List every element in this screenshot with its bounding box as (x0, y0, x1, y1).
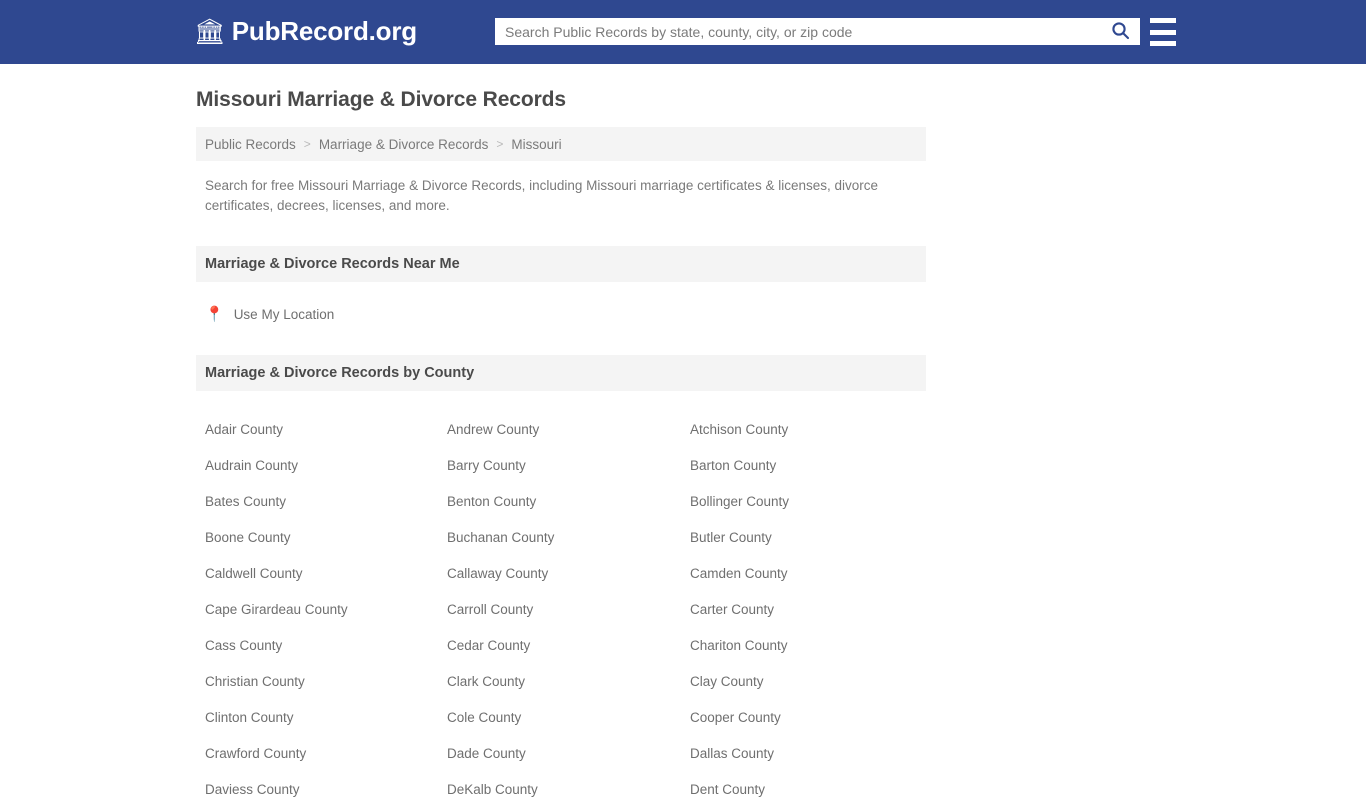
section-header-by-county: Marriage & Divorce Records by County (196, 355, 926, 391)
breadcrumb-item-missouri: Missouri (511, 136, 562, 152)
county-link[interactable]: Carroll County (447, 592, 690, 628)
county-link[interactable]: Caldwell County (205, 556, 447, 592)
county-link[interactable]: Cass County (205, 628, 447, 664)
search-input[interactable] (495, 18, 1100, 45)
hamburger-menu-button[interactable] (1150, 18, 1176, 46)
brand-name: PubRecord.org (231, 16, 417, 46)
county-link[interactable]: Cole County (447, 700, 690, 736)
use-my-location-button[interactable]: 📍 Use My Location (205, 307, 334, 322)
county-link[interactable]: DeKalb County (447, 772, 690, 808)
county-link[interactable]: Barton County (690, 448, 932, 484)
county-link[interactable]: Buchanan County (447, 520, 690, 556)
county-link[interactable]: Callaway County (447, 556, 690, 592)
county-link[interactable]: Camden County (690, 556, 932, 592)
map-pin-icon: 📍 (205, 306, 224, 323)
breadcrumb-item-public-records[interactable]: Public Records (205, 137, 296, 152)
near-me-body: 📍 Use My Location (196, 282, 926, 324)
county-link[interactable]: Christian County (205, 664, 447, 700)
county-link[interactable]: Crawford County (205, 736, 447, 772)
search-button[interactable] (1100, 18, 1140, 45)
county-link[interactable]: Chariton County (690, 628, 932, 664)
breadcrumb-separator: > (303, 137, 311, 151)
main-content: Missouri Marriage & Divorce Records Publ… (196, 64, 926, 808)
bank-icon: 🏛 (194, 18, 226, 46)
search-bar (495, 18, 1140, 45)
county-link[interactable]: Butler County (690, 520, 932, 556)
site-header: 🏛 PubRecord.org (0, 0, 1366, 64)
county-link[interactable]: Cedar County (447, 628, 690, 664)
hamburger-bar-bottom (1150, 41, 1176, 46)
search-icon (1111, 21, 1130, 43)
county-list: Adair County Andrew County Atchison County… (196, 412, 926, 808)
county-link[interactable]: Atchison County (690, 412, 932, 448)
county-link[interactable]: Dent County (690, 772, 932, 808)
use-my-location-label: Use My Location (233, 307, 335, 322)
county-link[interactable]: Clark County (447, 664, 690, 700)
county-link[interactable]: Adair County (205, 412, 447, 448)
county-link[interactable]: Clinton County (205, 700, 447, 736)
county-link[interactable]: Cape Girardeau County (205, 592, 447, 628)
county-link[interactable]: Benton County (447, 484, 690, 520)
section-header-near-me: Marriage & Divorce Records Near Me (196, 246, 926, 282)
page-description: Search for free Missouri Marriage & Divo… (205, 178, 878, 213)
breadcrumb-separator: > (496, 137, 504, 151)
page-title: Missouri Marriage & Divorce Records (196, 88, 566, 111)
county-link[interactable]: Audrain County (205, 448, 447, 484)
breadcrumb: Public Records > Marriage & Divorce Reco… (196, 127, 926, 161)
county-link[interactable]: Dallas County (690, 736, 932, 772)
hamburger-menu-icon (1150, 18, 1176, 23)
county-link[interactable]: Bates County (205, 484, 447, 520)
county-link[interactable]: Dade County (447, 736, 690, 772)
county-link[interactable]: Bollinger County (690, 484, 932, 520)
county-link[interactable]: Andrew County (447, 412, 690, 448)
breadcrumb-item-marriage-divorce-records[interactable]: Marriage & Divorce Records (319, 137, 489, 152)
county-link[interactable]: Clay County (690, 664, 932, 700)
site-logo[interactable]: 🏛 PubRecord.org (194, 16, 417, 47)
county-link[interactable]: Carter County (690, 592, 932, 628)
county-link[interactable]: Boone County (205, 520, 447, 556)
county-link[interactable]: Cooper County (690, 700, 932, 736)
county-link[interactable]: Daviess County (205, 772, 447, 808)
county-link[interactable]: Barry County (447, 448, 690, 484)
hamburger-bar-middle (1150, 29, 1176, 35)
